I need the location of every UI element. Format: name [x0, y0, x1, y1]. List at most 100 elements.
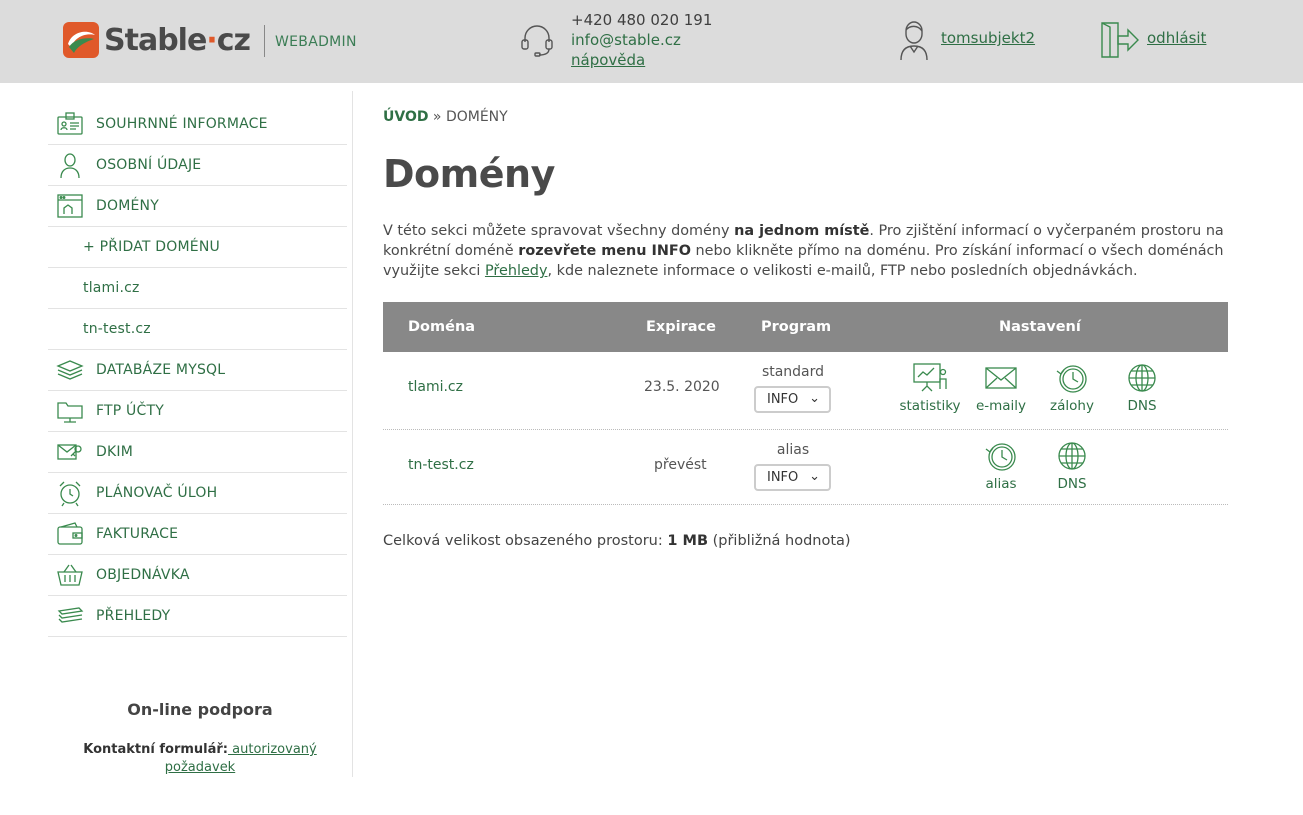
id-card-icon — [57, 112, 83, 135]
intro-bold: rozevřete menu INFO — [518, 243, 691, 259]
table-row: tlami.cz 23.5. 2020 standard INFO ⌄ stat… — [383, 352, 1228, 430]
alarm-clock-icon — [59, 481, 81, 507]
intro-part: V této sekci můžete spravovat všechny do… — [383, 223, 735, 239]
sidebar-item-label: DKIM — [96, 444, 133, 460]
sidebar-item-label: PLÁNOVAČ ÚLOH — [96, 485, 218, 501]
stable-logo[interactable]: Stable·cz — [62, 20, 251, 60]
intro-bold: na jednom místě — [734, 223, 870, 239]
database-stack-icon — [56, 360, 84, 380]
chevron-down-icon: ⌄ — [809, 469, 820, 484]
action-label: zálohy — [1050, 398, 1094, 414]
logo-text: Stable·cz — [104, 22, 251, 58]
action-backups[interactable]: zálohy — [1040, 361, 1104, 414]
action-label: alias — [985, 476, 1017, 492]
sidebar-item-label: DOMÉNY — [96, 198, 159, 214]
globe-icon — [1128, 364, 1156, 392]
page-title: Domény — [383, 152, 555, 196]
sidebar-item-label: tn-test.cz — [83, 321, 151, 337]
table-row: tn-test.cz převést alias INFO ⌄ alias DN… — [383, 430, 1228, 505]
column-header-domain: Doména — [408, 319, 476, 335]
overviews-link[interactable]: Přehledy — [485, 263, 548, 279]
sidebar-item-label: tlami.cz — [83, 280, 140, 296]
presentation-chart-icon — [913, 363, 947, 392]
domain-link[interactable]: tn-test.cz — [408, 457, 474, 473]
sidebar-item-summary[interactable]: SOUHRNNÉ INFORMACE — [48, 104, 347, 145]
transfer-link[interactable]: převést — [654, 457, 707, 473]
browser-window-icon — [57, 194, 83, 218]
contact-email[interactable]: info@stable.cz — [571, 30, 712, 50]
sidebar-item-add-domain[interactable]: + PŘIDAT DOMÉNU — [48, 227, 347, 268]
headset-icon — [521, 25, 553, 57]
action-alias[interactable]: alias — [969, 439, 1033, 492]
total-value: 1 MB — [667, 533, 708, 549]
info-dropdown-button[interactable]: INFO ⌄ — [754, 386, 831, 413]
column-header-program: Program — [761, 319, 832, 335]
logout-link[interactable]: odhlásit — [1147, 29, 1206, 47]
total-label: Celková velikost obsazeného prostoru: — [383, 533, 668, 549]
total-space: Celková velikost obsazeného prostoru: 1 … — [383, 533, 851, 549]
action-label: e-maily — [975, 398, 1027, 414]
info-button-label: INFO — [767, 392, 799, 407]
sidebar-item-billing[interactable]: FAKTURACE — [48, 514, 347, 555]
sidebar-item-label: DATABÁZE MYSQL — [96, 362, 226, 378]
action-dns[interactable]: DNS — [1040, 439, 1104, 492]
contact-phone: +420 480 020 191 — [571, 11, 713, 29]
action-label: statistiky — [899, 398, 961, 414]
person-icon — [60, 153, 80, 179]
sidebar-nav: SOUHRNNÉ INFORMACE OSOBNÍ ÚDAJE DOMÉNY +… — [48, 104, 347, 637]
breadcrumb-current: DOMÉNY — [445, 109, 508, 125]
sidebar-item-label: FAKTURACE — [96, 526, 179, 542]
username-link[interactable]: tomsubjekt2 — [941, 29, 1035, 47]
sidebar-item-mysql[interactable]: DATABÁZE MYSQL — [48, 350, 347, 391]
sidebar-item-label: OSOBNÍ ÚDAJE — [96, 157, 202, 173]
action-label: DNS — [1057, 476, 1087, 492]
sidebar-item-personal[interactable]: OSOBNÍ ÚDAJE — [48, 145, 347, 186]
logo-separator — [264, 25, 265, 57]
help-link[interactable]: nápověda — [571, 50, 712, 70]
sidebar-item-label: SOUHRNNÉ INFORMACE — [96, 116, 268, 132]
stable-logo-icon — [63, 22, 99, 58]
globe-icon — [1058, 442, 1086, 470]
info-dropdown-button[interactable]: INFO ⌄ — [754, 464, 831, 491]
support-contact: Kontaktní formulář: autorizovaný požadav… — [48, 741, 352, 777]
history-clock-icon — [1056, 365, 1087, 393]
domain-link[interactable]: tlami.cz — [408, 379, 463, 395]
program-name: standard — [761, 364, 825, 380]
sidebar-item-domains[interactable]: DOMÉNY — [48, 186, 347, 227]
breadcrumb-home[interactable]: ÚVOD — [383, 109, 428, 125]
column-header-settings: Nastavení — [999, 319, 1081, 335]
action-emails[interactable]: e-maily — [969, 361, 1033, 414]
webadmin-label: WEBADMIN — [275, 34, 357, 50]
layers-icon — [57, 607, 84, 623]
sidebar-item-ftp[interactable]: FTP ÚČTY — [48, 391, 347, 432]
intro-text: V této sekci můžete spravovat všechny do… — [383, 221, 1228, 281]
expiration-date: 23.5. 2020 — [644, 379, 720, 395]
sidebar-item-overviews[interactable]: PŘEHLEDY — [48, 596, 347, 637]
breadcrumb-separator: » — [428, 109, 446, 125]
sidebar-item-label: FTP ÚČTY — [96, 403, 164, 419]
action-dns[interactable]: DNS — [1110, 361, 1174, 414]
info-button-label: INFO — [767, 470, 799, 485]
contact-block: +420 480 020 191 info@stable.cz nápověda — [571, 10, 712, 70]
sidebar-item-domain-tlami[interactable]: tlami.cz — [48, 268, 347, 309]
sidebar-item-order[interactable]: OBJEDNÁVKA — [48, 555, 347, 596]
action-statistics[interactable]: statistiky — [898, 361, 962, 414]
total-note: (přibližná hodnota) — [708, 533, 851, 549]
sidebar-item-label: PŘEHLEDY — [96, 608, 171, 624]
sidebar-item-label: + PŘIDAT DOMÉNU — [83, 239, 220, 255]
wallet-icon — [57, 522, 83, 545]
program-name: alias — [776, 442, 810, 458]
key-envelope-icon — [57, 444, 82, 460]
basket-icon — [57, 564, 83, 586]
logout-icon — [1101, 22, 1139, 58]
action-label: DNS — [1127, 398, 1157, 414]
support-label: Kontaktní formulář: — [83, 742, 229, 757]
folder-network-icon — [57, 402, 83, 423]
sidebar-item-scheduler[interactable]: PLÁNOVAČ ÚLOH — [48, 473, 347, 514]
sidebar-item-label: OBJEDNÁVKA — [96, 567, 190, 583]
table-header: Doména Expirace Program Nastavení — [383, 302, 1228, 352]
sidebar-item-dkim[interactable]: DKIM — [48, 432, 347, 473]
history-clock-icon — [985, 443, 1016, 471]
top-header: Stable·cz WEBADMIN +420 480 020 191 info… — [0, 0, 1303, 83]
sidebar-item-domain-tn-test[interactable]: tn-test.cz — [48, 309, 347, 350]
